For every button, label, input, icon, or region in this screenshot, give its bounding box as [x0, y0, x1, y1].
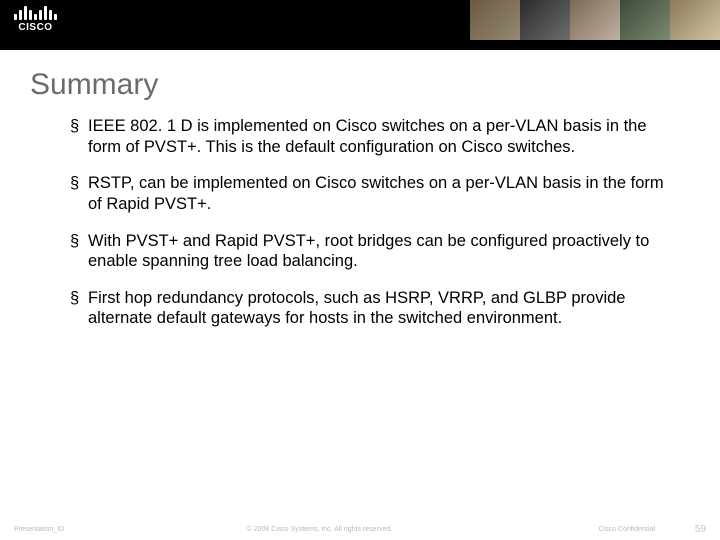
cisco-logo-text: CISCO: [18, 22, 52, 33]
header-photo: [670, 0, 720, 40]
page-number: 59: [695, 524, 706, 535]
slide-title: Summary: [0, 50, 720, 116]
slide-body: IEEE 802. 1 D is implemented on Cisco sw…: [0, 116, 720, 329]
copyright-text: © 2008 Cisco Systems, Inc. All rights re…: [64, 526, 574, 533]
bullet-item: First hop redundancy protocols, such as …: [70, 288, 680, 329]
header-photo: [570, 0, 620, 40]
slide-footer: Presentation_ID © 2008 Cisco Systems, In…: [0, 518, 720, 540]
header-photo: [520, 0, 570, 40]
bullet-item: IEEE 802. 1 D is implemented on Cisco sw…: [70, 116, 680, 157]
header-photo-strip: [470, 0, 720, 40]
header-photo: [620, 0, 670, 40]
bullet-item: With PVST+ and Rapid PVST+, root bridges…: [70, 231, 680, 272]
cisco-logo: CISCO: [14, 4, 57, 33]
cisco-logo-bars-icon: [14, 4, 57, 20]
presentation-id: Presentation_ID: [14, 526, 64, 533]
header-band: CISCO: [0, 0, 720, 50]
confidential-label: Cisco Confidential: [598, 526, 654, 533]
bullet-item: RSTP, can be implemented on Cisco switch…: [70, 173, 680, 214]
header-photo: [470, 0, 520, 40]
